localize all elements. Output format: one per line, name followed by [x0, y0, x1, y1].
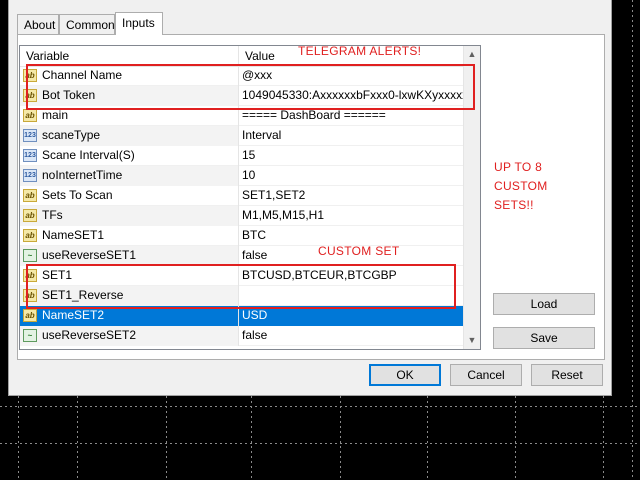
integer-type-icon: 123 — [23, 169, 37, 182]
variable-cell[interactable]: ab TFs — [20, 206, 239, 226]
value-cell[interactable]: SET1,SET2 — [239, 186, 464, 206]
grid-line — [77, 396, 78, 480]
value-cell[interactable]: M1,M5,M15,H1 — [239, 206, 464, 226]
table-row[interactable]: ab Bot Token 1049045330:AxxxxxxbFxxx0-lxwK… — [20, 86, 464, 106]
variable-cell[interactable]: 123 Scane Interval(S) — [20, 146, 239, 166]
table-row[interactable]: 123 noInternetTime 10 — [20, 166, 464, 186]
value-cell[interactable]: false — [239, 326, 464, 346]
ok-button[interactable]: OK — [369, 364, 441, 386]
variable-cell[interactable]: ab Bot Token — [20, 86, 239, 106]
cancel-button[interactable]: Cancel — [450, 364, 522, 386]
table-row[interactable]: ab Sets To Scan SET1,SET2 — [20, 186, 464, 206]
boolean-type-icon: ~ — [23, 249, 37, 262]
grid-line — [632, 0, 633, 480]
string-type-icon: ab — [23, 109, 37, 122]
variable-cell[interactable]: ab SET1_Reverse — [20, 286, 239, 306]
string-type-icon: ab — [23, 289, 37, 302]
vertical-scrollbar[interactable]: ▲ ▼ — [463, 46, 480, 349]
grid-line — [0, 443, 640, 444]
table-row[interactable]: ~ useReverseSET2 false — [20, 326, 464, 346]
grid-line — [515, 396, 516, 480]
value-cell[interactable]: BTCUSD,BTCEUR,BTCGBP — [239, 266, 464, 286]
table-row[interactable]: ab NameSET2 USD — [20, 306, 464, 326]
value-cell[interactable]: 10 — [239, 166, 464, 186]
value-cell[interactable]: 15 — [239, 146, 464, 166]
grid-rows: ab Channel Name @xxx ab Bot Token 1049045330:… — [20, 66, 464, 346]
variable-cell[interactable]: ab NameSET1 — [20, 226, 239, 246]
value-cell[interactable] — [239, 286, 464, 306]
value-cell[interactable]: BTC — [239, 226, 464, 246]
variable-name: main — [42, 108, 69, 122]
variable-name: NameSET1 — [42, 228, 105, 242]
variable-name: SET1_Reverse — [42, 288, 124, 302]
variable-name: Bot Token — [42, 88, 96, 102]
scroll-down-icon[interactable]: ▼ — [464, 332, 480, 349]
value-cell[interactable]: @xxx — [239, 66, 464, 86]
integer-type-icon: 123 — [23, 149, 37, 162]
string-type-icon: ab — [23, 309, 37, 322]
scroll-up-icon[interactable]: ▲ — [464, 46, 480, 63]
table-row[interactable]: ab SET1 BTCUSD,BTCEUR,BTCGBP — [20, 266, 464, 286]
value-cell[interactable]: 1049045330:AxxxxxxbFxxx0-lxwKXyxxxxxxxx — [239, 86, 464, 106]
tab-inputs[interactable]: Inputs — [115, 12, 163, 35]
variable-cell[interactable]: ab NameSET2 — [20, 306, 239, 326]
variable-cell[interactable]: ab Sets To Scan — [20, 186, 239, 206]
table-row[interactable]: ab SET1_Reverse — [20, 286, 464, 306]
tab-about[interactable]: About — [17, 14, 59, 34]
telegram-annotation: TELEGRAM ALERTS! — [298, 44, 422, 58]
table-row[interactable]: ab TFs M1,M5,M15,H1 — [20, 206, 464, 226]
string-type-icon: ab — [23, 229, 37, 242]
variable-cell[interactable]: 123 noInternetTime — [20, 166, 239, 186]
column-header-variable[interactable]: Variable — [20, 46, 239, 66]
annotation-line: CUSTOM — [494, 179, 548, 193]
variable-cell[interactable]: ~ useReverseSET1 — [20, 246, 239, 266]
table-row[interactable]: 123 scaneType Interval — [20, 126, 464, 146]
string-type-icon: ab — [23, 89, 37, 102]
custom-sets-annotation: UP TO 8 CUSTOM SETS!! — [494, 158, 548, 215]
grid-line — [18, 396, 19, 480]
variable-cell[interactable]: ab main — [20, 106, 239, 126]
variable-name: SET1 — [42, 268, 73, 282]
value-cell[interactable]: Interval — [239, 126, 464, 146]
variable-cell[interactable]: ~ useReverseSET2 — [20, 326, 239, 346]
grid-line — [251, 396, 252, 480]
grid-line — [603, 396, 604, 480]
save-button[interactable]: Save — [493, 327, 595, 349]
variable-cell[interactable]: ab Channel Name — [20, 66, 239, 86]
annotation-line: UP TO 8 — [494, 160, 543, 174]
integer-type-icon: 123 — [23, 129, 37, 142]
variable-name: TFs — [42, 208, 63, 222]
string-type-icon: ab — [23, 269, 37, 282]
custom-set-annotation: CUSTOM SET — [318, 244, 400, 258]
grid-line — [0, 406, 640, 407]
variable-name: Sets To Scan — [42, 188, 113, 202]
grid-line — [166, 396, 167, 480]
variable-name: useReverseSET2 — [42, 328, 137, 342]
variable-name: Scane Interval(S) — [42, 148, 135, 162]
annotation-line: SETS!! — [494, 198, 534, 212]
variable-cell[interactable]: 123 scaneType — [20, 126, 239, 146]
load-button[interactable]: Load — [493, 293, 595, 315]
string-type-icon: ab — [23, 69, 37, 82]
value-cell[interactable]: ===== DashBoard ====== — [239, 106, 464, 126]
string-type-icon: ab — [23, 189, 37, 202]
variable-name: noInternetTime — [42, 168, 123, 182]
inputs-grid: Variable Value ab Channel Name @xxx ab Bot T… — [19, 45, 481, 350]
variable-name: useReverseSET1 — [42, 248, 137, 262]
string-type-icon: ab — [23, 209, 37, 222]
reset-button[interactable]: Reset — [531, 364, 603, 386]
boolean-type-icon: ~ — [23, 329, 37, 342]
tab-common[interactable]: Common — [59, 14, 115, 34]
variable-name: Channel Name — [42, 68, 123, 82]
variable-name: NameSET2 — [42, 308, 105, 322]
variable-name: scaneType — [42, 128, 101, 142]
table-row[interactable]: 123 Scane Interval(S) 15 — [20, 146, 464, 166]
grid-line — [427, 396, 428, 480]
value-cell[interactable]: USD — [239, 306, 464, 326]
table-row[interactable]: ab NameSET1 BTC — [20, 226, 464, 246]
table-row[interactable]: ab Channel Name @xxx — [20, 66, 464, 86]
table-row[interactable]: ab main ===== DashBoard ====== — [20, 106, 464, 126]
variable-cell[interactable]: ab SET1 — [20, 266, 239, 286]
grid-line — [340, 396, 341, 480]
